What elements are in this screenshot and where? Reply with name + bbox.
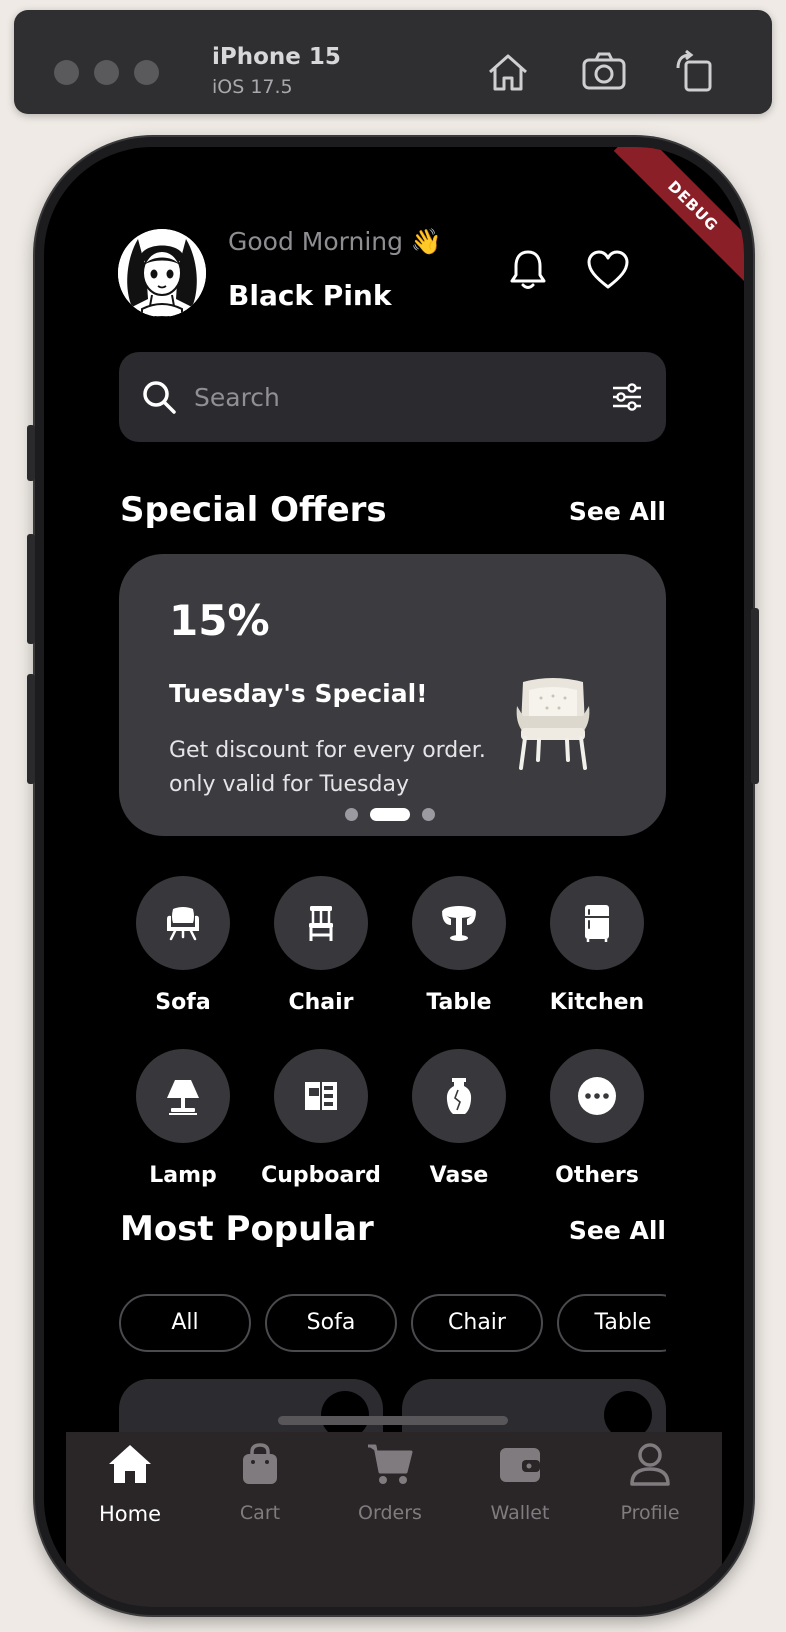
product-card[interactable] [119,1379,383,1439]
category-label: Vase [429,1163,489,1188]
bottom-tab-bar: Home Cart Orders Wallet Profile [66,1432,722,1607]
offer-pager [345,808,435,821]
offer-title: Tuesday's Special! [169,679,428,708]
sofa-icon [167,907,199,941]
tab-label: Wallet [490,1502,550,1524]
category-table[interactable]: Table [399,876,519,1015]
product-card[interactable] [402,1379,666,1439]
window-minimize-dot[interactable] [94,60,119,85]
filter-chip-chair[interactable]: Chair [411,1294,543,1352]
greeting-text: Good Morning 👋 [228,227,443,256]
category-label: Table [426,990,492,1015]
volume-down-button [27,674,35,784]
heart-icon[interactable] [585,247,631,293]
volume-up-button [27,534,35,644]
tab-profile[interactable]: Profile [590,1440,710,1524]
table-icon [442,906,476,941]
most-popular-title: Most Popular [120,1209,374,1249]
bell-icon[interactable] [505,247,551,293]
category-label: Chair [288,990,354,1015]
more-icon [578,1077,616,1115]
offer-discount: 15% [169,596,270,645]
tab-label: Cart [239,1502,281,1524]
category-label: Sofa [155,990,211,1015]
search-input[interactable] [194,374,574,420]
tab-home[interactable]: Home [70,1440,190,1526]
armchair-image [516,678,590,770]
home-icon [109,1445,151,1483]
tab-label: Profile [620,1502,680,1524]
filter-chip-table[interactable]: Table [557,1294,666,1352]
lamp-icon [167,1080,199,1115]
bag-icon [243,1443,277,1484]
avatar[interactable] [118,229,206,317]
simulator-toolbar: iPhone 15 iOS 17.5 [14,10,772,114]
pager-dot[interactable] [345,808,358,821]
category-kitchen[interactable]: Kitchen [537,876,657,1015]
chair-icon [309,906,333,941]
offer-description: Get discount for every order. only valid… [169,738,486,797]
window-close-dot[interactable] [54,60,79,85]
user-name: Black Pink [228,279,392,312]
person-icon [630,1443,670,1486]
mute-switch [27,425,35,481]
app-screen: DEBUG Good Morning 👋 Black Pink Search S… [44,147,744,1607]
device-name: iPhone 15 [212,44,341,70]
tab-label: Orders [358,1502,422,1524]
filter-icon[interactable] [610,380,644,414]
special-offers-see-all-link[interactable]: See All [569,497,666,526]
category-label: Kitchen [549,990,645,1015]
tab-label: Home [98,1502,161,1526]
kitchen-icon [585,905,609,942]
cupboard-icon [305,1082,337,1110]
home-indicator[interactable] [278,1416,508,1425]
category-label: Lamp [149,1163,217,1188]
category-sofa[interactable]: Sofa [123,876,243,1015]
vase-icon [446,1078,472,1114]
home-icon[interactable] [484,48,532,96]
wallet-icon [500,1448,540,1482]
window-zoom-dot[interactable] [134,60,159,85]
category-chair[interactable]: Chair [261,876,381,1015]
search-icon [143,381,176,414]
filter-chip-sofa[interactable]: Sofa [265,1294,397,1352]
pager-dot[interactable] [422,808,435,821]
tab-cart[interactable]: Cart [200,1440,320,1524]
category-lamp[interactable]: Lamp [123,1049,243,1188]
search-bar[interactable] [119,352,666,442]
category-others[interactable]: Others [537,1049,657,1188]
rotate-icon[interactable] [670,48,718,96]
filter-chip-all[interactable]: All [119,1294,251,1352]
screenshot-icon[interactable] [580,48,628,96]
category-label: Cupboard [261,1163,381,1188]
most-popular-see-all-link[interactable]: See All [569,1216,666,1245]
category-cupboard[interactable]: Cupboard [261,1049,381,1188]
special-offers-title: Special Offers [120,490,387,530]
filter-chips: All Sofa Chair Table [119,1294,666,1352]
cart-icon [368,1444,413,1484]
category-label: Others [555,1163,639,1188]
tab-wallet[interactable]: Wallet [460,1440,580,1524]
offer-card[interactable]: 15% Tuesday's Special! Get discount for … [119,554,666,836]
avatar-illustration [118,229,206,317]
tab-orders[interactable]: Orders [330,1440,450,1524]
pager-dot-active[interactable] [370,808,410,821]
os-version: iOS 17.5 [212,76,293,98]
debug-banner: DEBUG [613,147,744,286]
power-button [751,608,759,784]
category-vase[interactable]: Vase [399,1049,519,1188]
